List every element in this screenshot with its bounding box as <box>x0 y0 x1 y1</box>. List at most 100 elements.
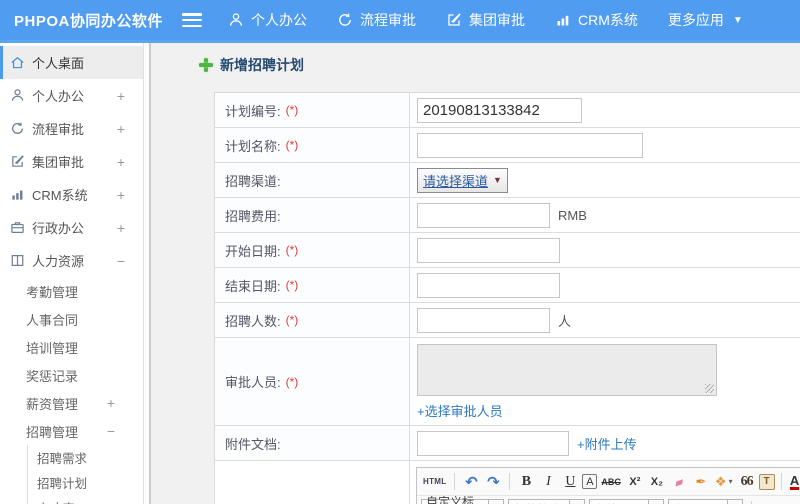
sidebar-item-label: 人事合同 <box>26 312 79 328</box>
page-title: 新增招聘计划 <box>199 55 800 75</box>
top-nav-item-1[interactable]: 个人办公 <box>228 10 307 30</box>
sidebar-item-label: 考勤管理 <box>26 284 79 300</box>
paragraph-combo[interactable]: 段落格式▾ <box>508 499 585 504</box>
end-date-input[interactable] <box>417 272 560 298</box>
sidebar-item-奖惩记录[interactable]: 奖惩记录 <box>0 361 143 389</box>
top-nav-item-2[interactable]: 流程审批 <box>337 10 416 30</box>
top-nav-item-4[interactable]: CRM系统 <box>555 10 638 30</box>
format-brush-button[interactable]: ✒ <box>691 472 711 492</box>
autotypeset-button[interactable]: A <box>582 474 598 489</box>
expand-icon[interactable]: + <box>117 121 125 137</box>
combo-value: 自定义标题 <box>426 496 475 504</box>
attachment-upload-link[interactable]: +附件上传 <box>577 434 637 453</box>
hamburger-icon[interactable] <box>182 13 202 27</box>
sidebar-item-label: 招聘计划 <box>37 477 88 491</box>
custom-title-combo[interactable]: 自定义标题 ▾ <box>421 496 504 504</box>
expand-icon[interactable]: + <box>107 395 115 411</box>
form-row-channel: 招聘渠道: 请选择渠道 ▼ <box>215 163 800 198</box>
toolbar-separator <box>780 473 782 490</box>
expand-icon[interactable]: + <box>117 187 125 203</box>
plan-number-input[interactable] <box>417 97 582 123</box>
glyph: 66 <box>740 473 754 489</box>
sidebar-item-人才库[interactable]: 人才库 <box>27 495 143 504</box>
bold-button[interactable]: B <box>516 472 536 492</box>
sidebar-item-行政办公[interactable]: 行政办公 + <box>0 211 143 244</box>
font-color-button[interactable]: A▾ <box>788 472 800 492</box>
channel-select[interactable]: 请选择渠道 ▼ <box>417 167 508 193</box>
align-center-button[interactable] <box>784 500 800 504</box>
sidebar-item-流程审批[interactable]: 流程审批 + <box>0 112 143 145</box>
underline-button[interactable]: U <box>560 472 580 492</box>
toolbar-separator <box>509 473 511 490</box>
cost-input[interactable] <box>417 202 550 228</box>
font-family-combo[interactable]: 字体▾ <box>589 499 664 504</box>
start-date-input[interactable] <box>417 237 560 263</box>
font-size-combo[interactable]: 字号▾ <box>668 499 743 504</box>
sidebar-item-集团审批[interactable]: 集团审批 + <box>0 145 143 178</box>
sidebar-item-CRM系统[interactable]: CRM系统 + <box>0 178 143 211</box>
approvers-textarea[interactable] <box>417 344 717 396</box>
strikethrough-button[interactable]: ABC <box>599 472 623 492</box>
chevron-down-icon: ▼ <box>732 14 743 26</box>
flow-icon <box>337 12 353 28</box>
redo-button[interactable]: ↷ <box>483 472 503 492</box>
attachment-input[interactable] <box>417 430 569 456</box>
italic-button[interactable]: I <box>538 472 558 492</box>
expand-icon[interactable]: + <box>117 220 125 236</box>
align-left-button[interactable] <box>760 500 780 504</box>
sidebar-item-招聘管理[interactable]: 招聘管理 − <box>0 417 143 445</box>
top-nav-label: 集团审批 <box>469 12 525 28</box>
label-text: 附件文档: <box>225 436 281 452</box>
headcount-input[interactable] <box>417 307 550 333</box>
sidebar-item-人事合同[interactable]: 人事合同 <box>0 305 143 333</box>
label-text: 招聘渠道: <box>225 173 281 189</box>
undo-button[interactable]: ↶ <box>461 472 481 492</box>
glyph: ✒ <box>695 473 707 489</box>
chevron-down-icon[interactable]: ▾ <box>727 500 742 504</box>
collapse-icon[interactable]: − <box>117 253 125 269</box>
sidebar-item-人力资源[interactable]: 人力资源 − <box>0 244 143 277</box>
edit-icon <box>446 12 462 28</box>
approvers-picker-link[interactable]: +选择审批人员 <box>417 401 503 420</box>
top-nav-item-3[interactable]: 集团审批 <box>446 10 525 30</box>
eraser-button[interactable]: ▰ <box>666 469 692 495</box>
sidebar-item-招聘需求[interactable]: 招聘需求 <box>27 445 143 470</box>
form-row-plan-number: 计划编号: (*) <box>215 93 800 128</box>
expand-icon[interactable]: + <box>117 154 125 170</box>
select-arrow-icon: ▼ <box>493 175 502 185</box>
source-code-button[interactable]: HTML <box>421 472 448 492</box>
blockquote-button[interactable]: 66 <box>737 472 757 492</box>
sidebar-item-个人桌面[interactable]: 个人桌面 <box>0 46 143 79</box>
superscript-button[interactable]: X² <box>625 472 645 492</box>
book-icon <box>10 253 25 268</box>
expand-icon[interactable]: + <box>117 88 125 104</box>
field-label-channel: 招聘渠道: <box>215 163 410 197</box>
field-suffix: 人 <box>558 313 572 329</box>
field-cell-headcount: 人 <box>410 303 800 337</box>
subscript-button[interactable]: X₂ <box>647 472 667 492</box>
sidebar-item-薪资管理[interactable]: 薪资管理 + <box>0 389 143 417</box>
field-cell-plan-content: HTML↶↷BIUAABCX²X₂▰✒❖▾66TA▾ab▾自定义标题▾段落格式▾… <box>410 461 800 504</box>
auto-format-button[interactable]: ❖ ▾ <box>713 472 735 492</box>
top-nav-item-5[interactable]: 更多应用 ▼ <box>668 10 743 30</box>
plan-name-input[interactable] <box>417 132 643 158</box>
form-table: 计划编号: (*) 计划名称: (*) 招聘渠道: 请选择渠道 ▼ 招聘费用: RMB 开始日期:… <box>214 92 800 504</box>
sidebar-item-个人办公[interactable]: 个人办公 + <box>0 79 143 112</box>
sidebar-item-考勤管理[interactable]: 考勤管理 <box>0 277 143 305</box>
collapse-icon[interactable]: − <box>107 423 115 439</box>
sidebar-scrollbar[interactable] <box>144 43 151 504</box>
glyph: X² <box>629 475 641 488</box>
sidebar-item-招聘计划[interactable]: 招聘计划 <box>27 470 143 495</box>
sidebar-item-label: 行政办公 <box>32 221 85 236</box>
paste-text-button[interactable]: T <box>758 473 775 490</box>
label-text: 招聘费用: <box>225 208 281 224</box>
required-marker: (*) <box>285 103 299 117</box>
chevron-down-icon[interactable]: ▾ <box>569 500 584 504</box>
glyph: ↶ <box>465 473 478 491</box>
chevron-down-icon[interactable]: ▾ <box>648 500 663 504</box>
form-row-plan-name: 计划名称: (*) <box>215 128 800 163</box>
sidebar-item-培训管理[interactable]: 培训管理 <box>0 333 143 361</box>
chart-icon <box>10 187 25 202</box>
chevron-down-icon[interactable]: ▾ <box>488 500 503 504</box>
field-cell-approvers: +选择审批人员 <box>410 338 800 425</box>
